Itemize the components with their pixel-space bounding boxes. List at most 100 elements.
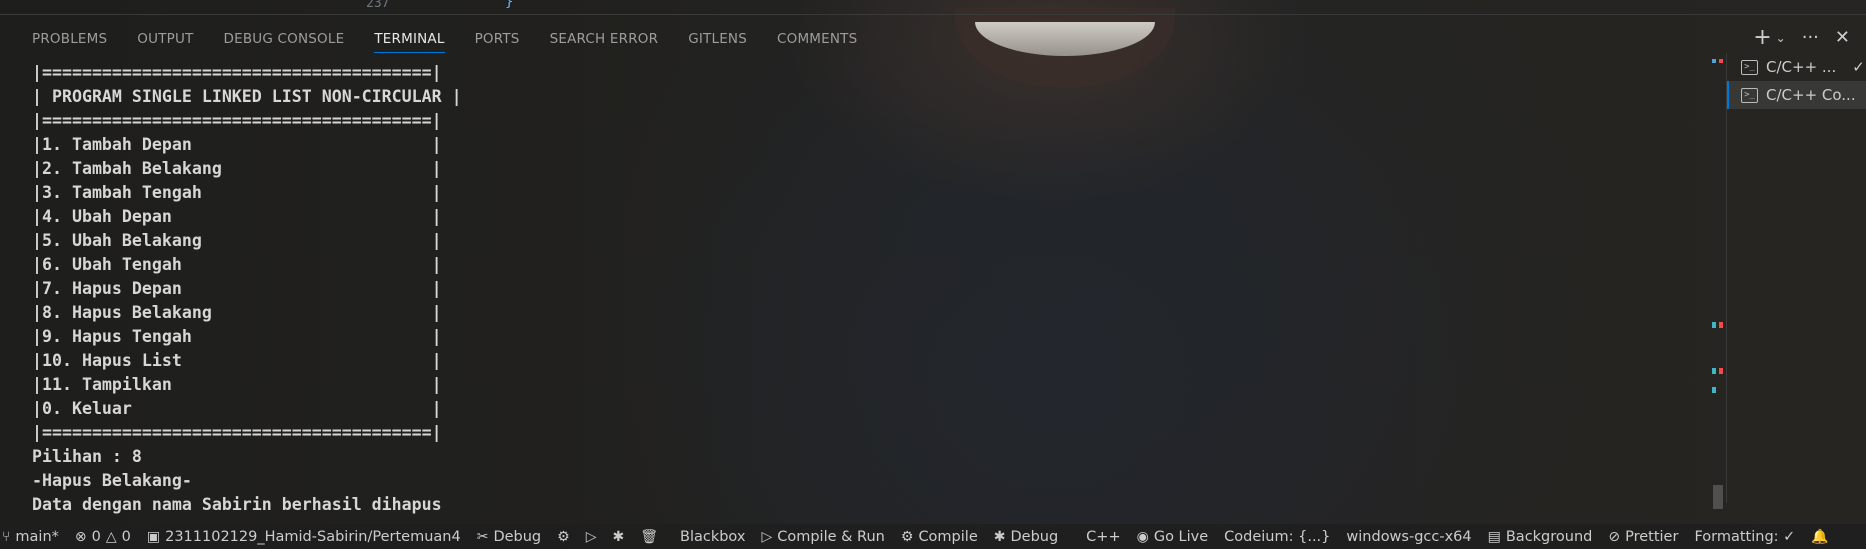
- tab-debug-console[interactable]: DEBUG CONSOLE: [224, 29, 345, 53]
- tab-search-error[interactable]: SEARCH ERROR: [550, 29, 659, 53]
- new-terminal-plus-icon[interactable]: +: [1753, 25, 1771, 50]
- compile-label: Compile: [918, 528, 978, 545]
- check-icon: ✓: [1852, 58, 1865, 76]
- blackbox-button[interactable]: Blackbox: [666, 524, 753, 549]
- overview-marker-teal: [1712, 368, 1716, 374]
- delete-button[interactable]: 🗑: [632, 524, 666, 549]
- terminal-line: Data dengan nama Sabirin berhasil dihapu…: [32, 495, 442, 514]
- overview-marker-teal: [1712, 322, 1716, 328]
- tab-gitlens[interactable]: GITLENS: [688, 29, 747, 53]
- folder-indicator[interactable]: ▣ 2311102129_Hamid-Sabirin/Pertemuan4: [139, 524, 469, 549]
- tab-terminal[interactable]: TERMINAL: [374, 29, 445, 53]
- bug-icon: ✱: [612, 528, 625, 545]
- codeium-status[interactable]: Codeium: {...}: [1216, 524, 1338, 549]
- language-mode[interactable]: C++: [1066, 524, 1128, 549]
- run-button[interactable]: ▷: [578, 524, 605, 549]
- terminal-line: |6. Ubah Tengah |: [32, 255, 442, 274]
- terminal-list: >_ C/C++ ... ✓ >_ C/C++ Co...: [1726, 53, 1866, 503]
- background-label: Background: [1505, 528, 1593, 545]
- overview-marker-teal: [1712, 387, 1716, 393]
- status-bar: ⑂ main* ⊗ 0 △ 0 ▣ 2311102129_Hamid-Sabir…: [0, 524, 1866, 549]
- terminal-line: |5. Ubah Belakang |: [32, 231, 442, 250]
- go-live-label: Go Live: [1153, 528, 1209, 545]
- error-count: 0: [91, 528, 101, 545]
- terminal-icon: >_: [1741, 87, 1758, 103]
- debug-config-button[interactable]: ✂ Debug: [469, 524, 549, 549]
- tab-output[interactable]: OUTPUT: [137, 29, 193, 53]
- compile-run-label: Compile & Run: [777, 528, 885, 545]
- terminal-line: |=======================================…: [32, 63, 442, 82]
- editor-code-fragment: }: [505, 0, 514, 10]
- branch-indicator[interactable]: ⑂ main*: [0, 524, 67, 549]
- prettier-label: Prettier: [1625, 528, 1679, 545]
- overview-marker-red: [1719, 59, 1723, 63]
- language-label: C++: [1086, 528, 1121, 545]
- formatting-status[interactable]: Formatting: ✓: [1686, 524, 1803, 549]
- terminal-icon: >_: [1741, 59, 1758, 75]
- terminal-line: |1. Tambah Depan |: [32, 135, 442, 154]
- bottom-panel: PROBLEMS OUTPUT DEBUG CONSOLE TERMINAL P…: [0, 14, 1866, 525]
- terminal-list-item[interactable]: >_ C/C++ ... ✓: [1727, 53, 1866, 81]
- config-label: windows-gcc-x64: [1346, 528, 1472, 545]
- blackbox-label: Blackbox: [680, 528, 746, 545]
- close-panel-icon[interactable]: ✕: [1835, 27, 1850, 48]
- gear-icon: ⚙: [900, 528, 914, 545]
- notifications-button[interactable]: 🔔: [1803, 524, 1836, 549]
- editor-line-number: 237: [366, 0, 390, 11]
- problems-indicator[interactable]: ⊗ 0 △ 0: [67, 524, 139, 549]
- play-icon: ▷: [761, 528, 773, 545]
- terminal-line: |11. Tampilkan |: [32, 375, 442, 394]
- broadcast-icon: ◉: [1136, 528, 1149, 545]
- tab-problems[interactable]: PROBLEMS: [32, 29, 107, 53]
- bug-icon: ✱: [993, 528, 1006, 545]
- terminal-list-item[interactable]: >_ C/C++ Co...: [1727, 81, 1866, 109]
- terminal-scrollbar[interactable]: [1713, 485, 1723, 509]
- terminal-line: |7. Hapus Depan |: [32, 279, 442, 298]
- terminal-line: Pilihan : 8: [32, 447, 142, 466]
- debug-bug-button[interactable]: ✱: [604, 524, 632, 549]
- more-actions-icon[interactable]: ···: [1802, 27, 1819, 48]
- terminal-list-label: C/C++ ...: [1766, 58, 1837, 76]
- editor-bottom-strip: 237 }: [0, 0, 1745, 13]
- folder-icon: ▣: [146, 528, 161, 545]
- terminal-line: |4. Ubah Depan |: [32, 207, 442, 226]
- terminal-line: |=======================================…: [32, 423, 442, 442]
- git-branch-icon: ⑂: [2, 528, 11, 545]
- formatting-label: Formatting: ✓: [1694, 528, 1796, 545]
- terminal-line: |8. Hapus Belakang |: [32, 303, 442, 322]
- compile-run-button[interactable]: ▷ Compile & Run: [753, 524, 892, 549]
- go-live-button[interactable]: ◉ Go Live: [1129, 524, 1217, 549]
- prohibited-icon: ⊘: [1608, 528, 1621, 545]
- settings-button[interactable]: ⚙: [549, 524, 578, 549]
- warning-count: 0: [121, 528, 131, 545]
- branch-name: main*: [15, 528, 59, 545]
- terminal-line: |10. Hapus List |: [32, 351, 442, 370]
- tools-icon: ✂: [476, 528, 489, 545]
- terminal-output[interactable]: |=======================================…: [32, 61, 462, 517]
- overview-marker-red: [1719, 368, 1723, 374]
- compile-button[interactable]: ⚙ Compile: [893, 524, 986, 549]
- tab-comments[interactable]: COMMENTS: [777, 29, 857, 53]
- prettier-button[interactable]: ⊘ Prettier: [1600, 524, 1686, 549]
- terminal-line: |9. Hapus Tengah |: [32, 327, 442, 346]
- terminal-line: |0. Keluar |: [32, 399, 442, 418]
- debug-run-label: Debug: [1010, 528, 1059, 545]
- terminal-list-label: C/C++ Co...: [1766, 86, 1856, 104]
- tab-ports[interactable]: PORTS: [475, 29, 520, 53]
- debug-label: Debug: [493, 528, 542, 545]
- background-button[interactable]: ▤ Background: [1480, 524, 1601, 549]
- terminal-line: |2. Tambah Belakang |: [32, 159, 442, 178]
- panel-tabs: PROBLEMS OUTPUT DEBUG CONSOLE TERMINAL P…: [32, 29, 887, 53]
- debug-run-button[interactable]: ✱ Debug: [986, 524, 1066, 549]
- error-icon: ⊗: [74, 528, 87, 545]
- chevron-down-icon[interactable]: ⌄: [1776, 31, 1786, 45]
- overview-marker-red: [1719, 322, 1723, 328]
- folder-path: 2311102129_Hamid-Sabirin/Pertemuan4: [165, 528, 461, 545]
- cpp-config[interactable]: windows-gcc-x64: [1338, 524, 1479, 549]
- codeium-label: Codeium: {...}: [1224, 528, 1331, 545]
- file-icon: ▤: [1487, 528, 1501, 545]
- terminal-line: | PROGRAM SINGLE LINKED LIST NON-CIRCULA…: [32, 87, 462, 106]
- bell-icon: 🔔: [1811, 528, 1829, 545]
- terminal-line: |=======================================…: [32, 111, 442, 130]
- terminal-line: -Hapus Belakang-: [32, 471, 192, 490]
